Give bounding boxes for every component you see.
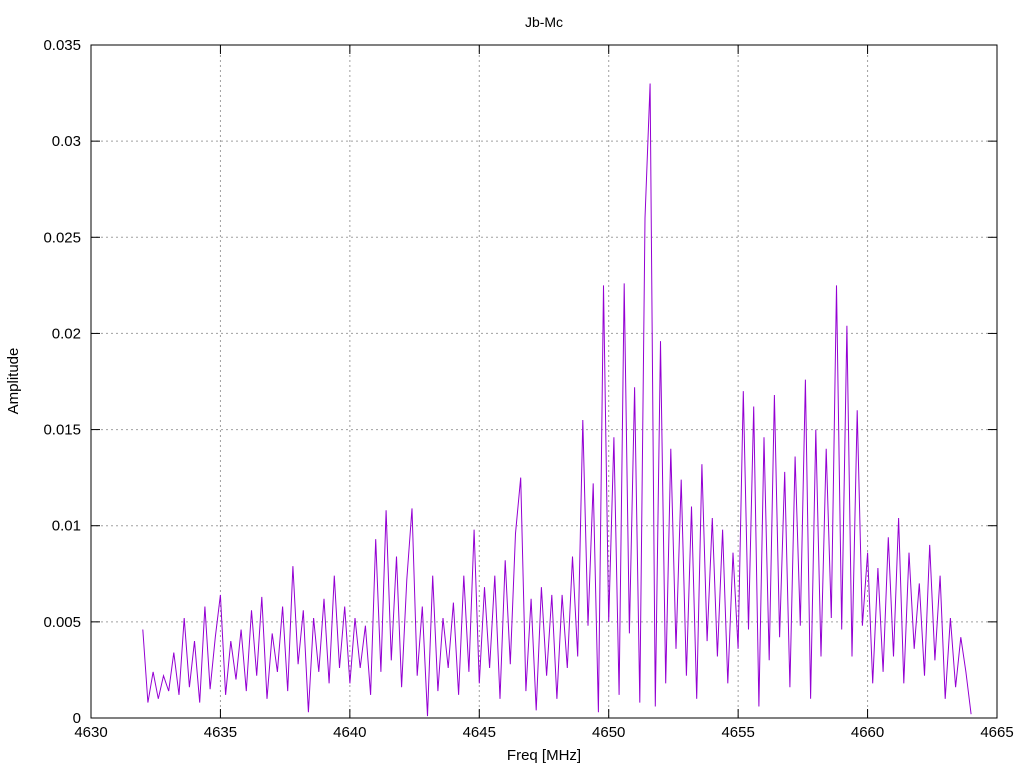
y-tick-label: 0.005	[43, 614, 81, 631]
ticks	[90, 44, 998, 719]
x-tick-label: 4660	[851, 724, 884, 741]
plot-border	[90, 44, 998, 719]
x-tick-label: 4640	[333, 724, 366, 741]
grid	[91, 45, 997, 718]
series-group	[142, 83, 972, 717]
chart: 4630 4635 4640 4645 4650 4655 4660 4665 00.0050…	[5, 14, 1014, 764]
x-tick-labels: 4630 4635 4640 4645 4650 4655 4660 4665	[74, 724, 1013, 741]
x-tick-label: 4645	[463, 724, 496, 741]
y-tick-label: 0.02	[52, 325, 81, 342]
y-tick-label: 0.03	[52, 133, 81, 150]
x-tick-label: 4655	[721, 724, 754, 741]
x-tick-label: 4650	[592, 724, 625, 741]
x-tick-label: 4665	[980, 724, 1013, 741]
y-tick-label: 0.025	[43, 229, 81, 246]
y-tick-labels: 0 0.005 0.01 0.015 0.02 0.025 0.03 0.035	[43, 37, 81, 727]
y-tick-label: 0.035	[43, 37, 81, 54]
x-axis-label: Freq [MHz]	[507, 747, 581, 764]
x-tick-label: 4635	[204, 724, 237, 741]
y-tick-label: 0	[73, 710, 81, 727]
y-tick-label: 0.015	[43, 422, 81, 439]
series-line-jb-mc	[142, 83, 972, 717]
chart-title: Jb-Mc	[525, 14, 563, 30]
y-axis-label: Amplitude	[5, 348, 22, 415]
y-tick-label: 0.01	[52, 518, 81, 535]
